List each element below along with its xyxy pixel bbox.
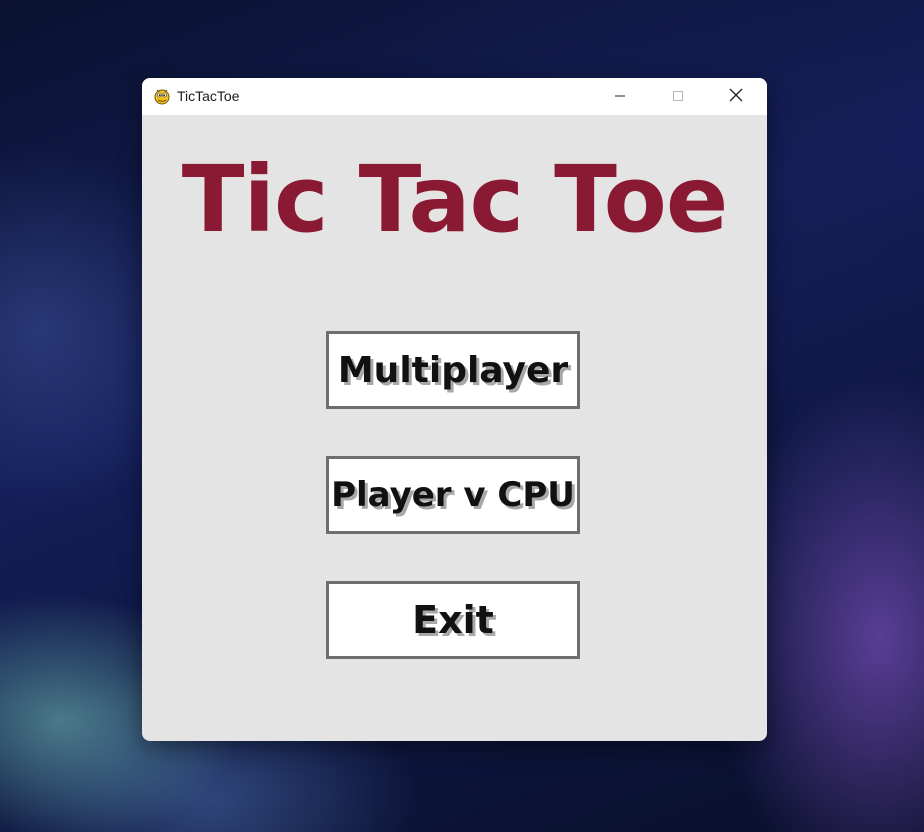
close-button[interactable] <box>713 78 759 115</box>
pygame-snake-icon <box>153 87 171 105</box>
player-vs-cpu-button[interactable]: Player v CPU <box>326 456 580 534</box>
game-title: Tic Tac Toe <box>181 146 729 253</box>
title-bar[interactable]: TicTacToe <box>142 78 767 115</box>
multiplayer-button[interactable]: Multiplayer <box>326 331 580 409</box>
app-window: TicTacToe Tic Tac Toe Multiplayer Player… <box>142 78 767 741</box>
maximize-icon <box>672 87 684 106</box>
minimize-icon <box>614 87 626 106</box>
minimize-button[interactable] <box>597 78 643 115</box>
game-canvas: Tic Tac Toe Multiplayer Player v CPU Exi… <box>142 115 767 741</box>
window-title: TicTacToe <box>177 88 240 104</box>
close-icon <box>729 87 743 106</box>
exit-button[interactable]: Exit <box>326 581 580 659</box>
maximize-button[interactable] <box>655 78 701 115</box>
